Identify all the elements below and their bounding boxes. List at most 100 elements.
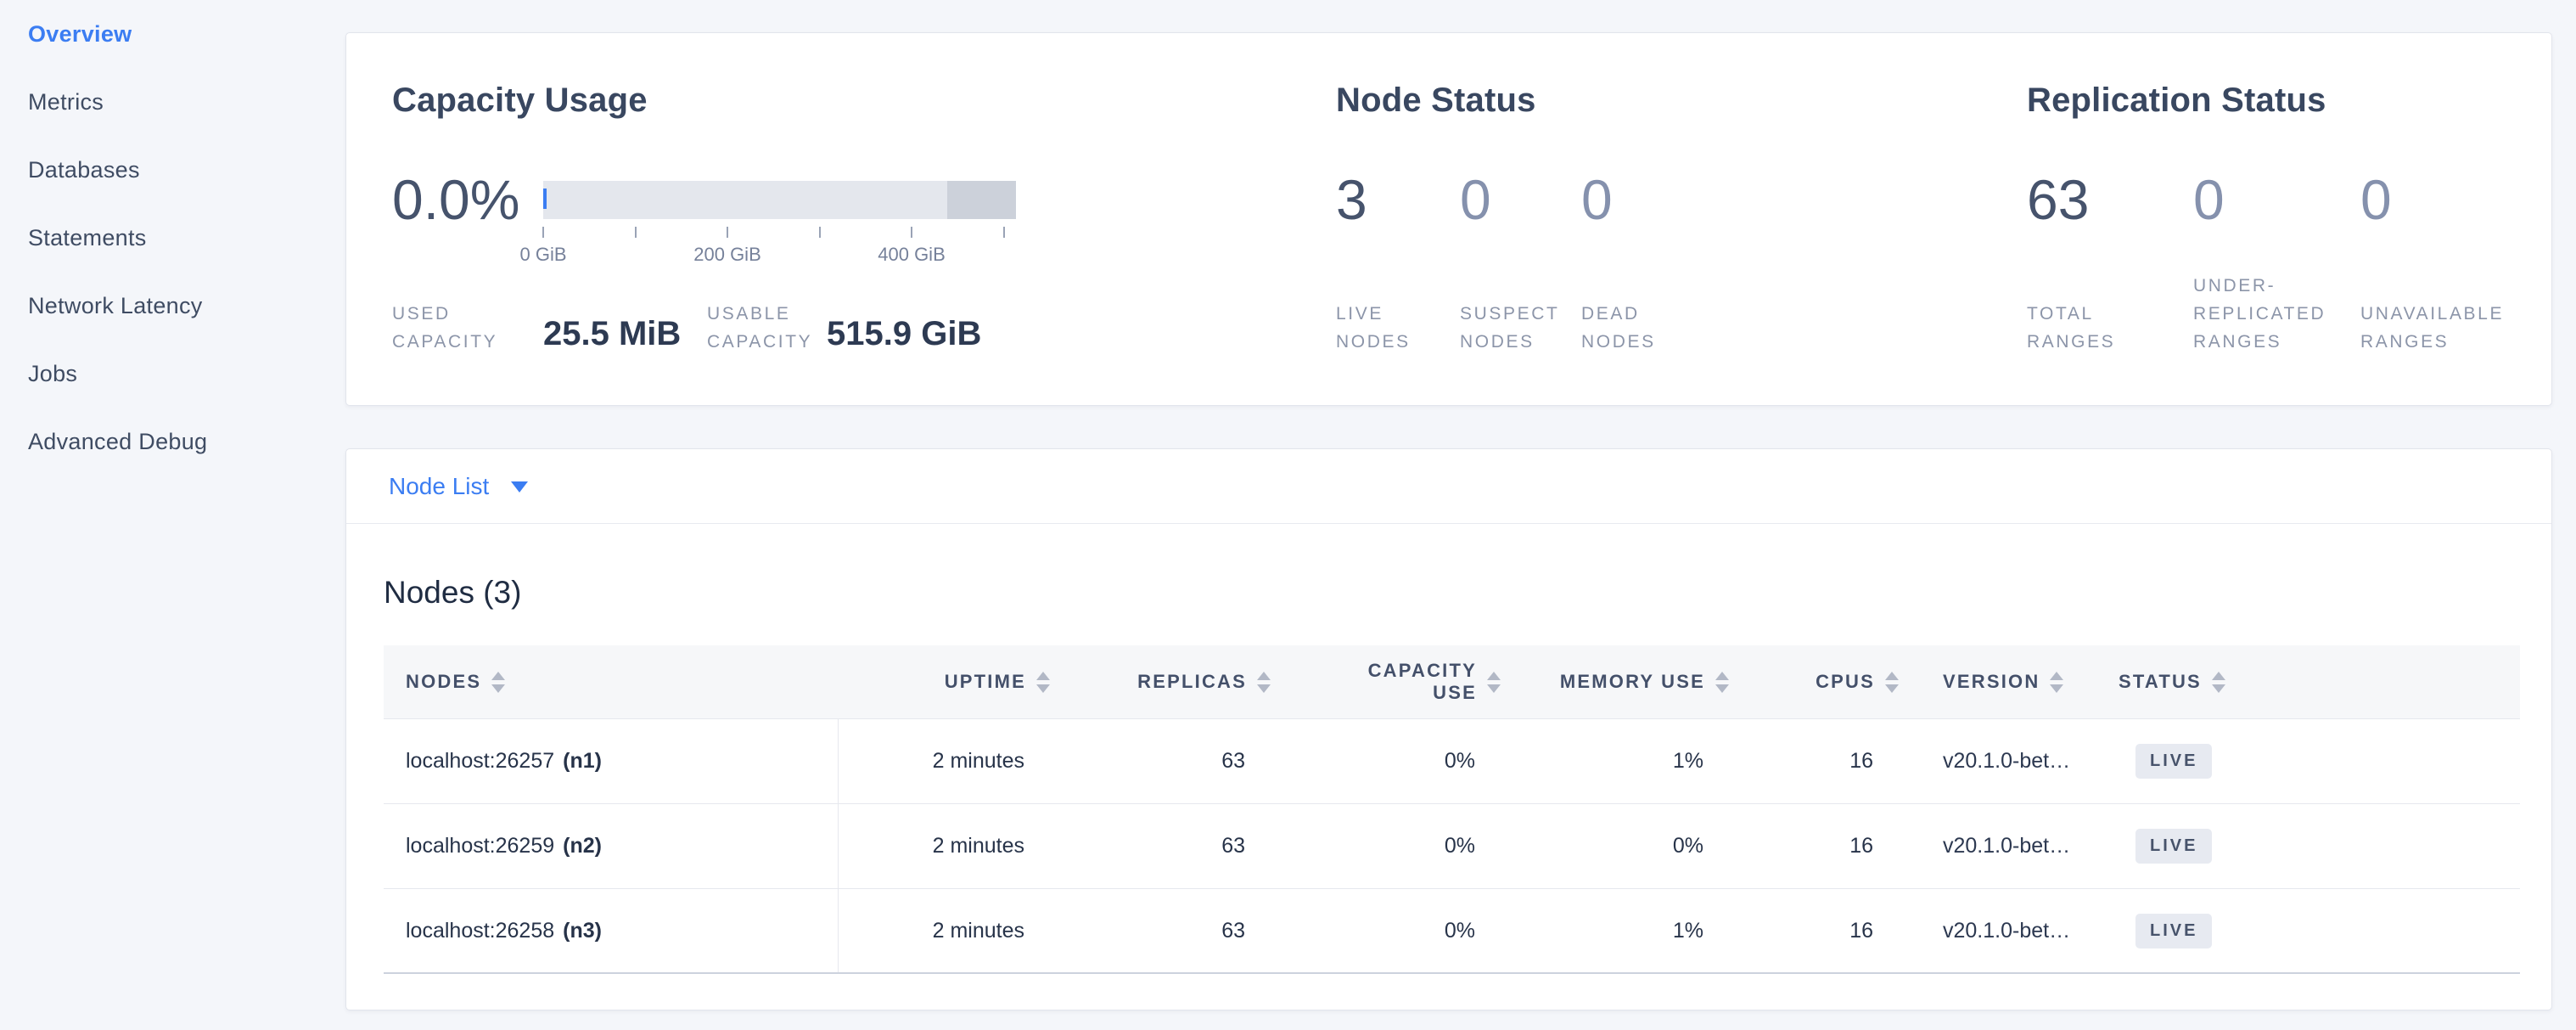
column-header-replicas[interactable]: REPLICAS — [1053, 645, 1274, 718]
capacity-gauge-reserved-segment — [947, 181, 1016, 219]
node-id: (n1) — [563, 749, 602, 774]
nodes-table-header: NODES UPTIME REPLICAS CAPACITY USE MEMOR… — [384, 645, 2520, 719]
column-header-label: VERSION — [1943, 671, 2040, 693]
capacity-gauge-used-marker — [543, 189, 547, 209]
sidebar-item-metrics[interactable]: Metrics — [0, 68, 345, 136]
replicas-cell: 63 — [1053, 804, 1274, 888]
suspect-nodes-label: SUSPECT NODES — [1460, 300, 1570, 356]
version-cell: v20.1.0-bet… — [1902, 889, 2085, 972]
uptime-cell: 2 minutes — [839, 804, 1053, 888]
cpus-cell: 16 — [1732, 719, 1902, 803]
usable-capacity-label: USABLE CAPACITY — [707, 300, 822, 356]
sidebar-item-jobs[interactable]: Jobs — [0, 340, 345, 408]
sort-arrows-icon — [491, 672, 505, 693]
node-list-card: Node List Nodes (3) NODES UPTIME REPLICA… — [345, 448, 2552, 1010]
node-address-cell: localhost:26257 (n1) — [384, 719, 839, 803]
capacity-usage-title: Capacity Usage — [392, 82, 648, 120]
replication-status-title: Replication Status — [2027, 82, 2326, 120]
column-header-label: CPUS — [1816, 671, 1875, 693]
axis-tick — [727, 227, 728, 238]
column-header-label: MEMORY USE — [1560, 671, 1705, 693]
total-ranges-count: 63 — [2027, 171, 2089, 228]
node-list-selector-bar: Node List — [346, 449, 2551, 524]
status-badge: LIVE — [2135, 744, 2212, 779]
sort-arrows-icon — [1036, 672, 1050, 693]
uptime-cell: 2 minutes — [839, 719, 1053, 803]
status-cell: LIVE — [2085, 719, 2520, 803]
sidebar-item-advanced-debug[interactable]: Advanced Debug — [0, 408, 345, 476]
memory-use-cell: 0% — [1504, 804, 1732, 888]
axis-tick — [819, 227, 821, 238]
cluster-summary-card: Capacity Usage 0.0% 0 GiB 200 GiB 400 Gi… — [345, 32, 2552, 406]
unavailable-ranges-count: 0 — [2360, 171, 2392, 228]
column-header-status[interactable]: STATUS — [2085, 645, 2520, 718]
status-cell: LIVE — [2085, 889, 2520, 972]
cpus-cell: 16 — [1732, 889, 1902, 972]
replicas-cell: 63 — [1053, 889, 1274, 972]
axis-tick — [635, 227, 637, 238]
node-status-title: Node Status — [1336, 82, 1536, 120]
sidebar-item-databases[interactable]: Databases — [0, 136, 345, 204]
sidebar-item-statements[interactable]: Statements — [0, 204, 345, 272]
sort-arrows-icon — [1885, 672, 1899, 693]
under-replicated-ranges-count: 0 — [2193, 171, 2225, 228]
status-badge: LIVE — [2135, 829, 2212, 864]
status-badge: LIVE — [2135, 914, 2212, 948]
nodes-table: NODES UPTIME REPLICAS CAPACITY USE MEMOR… — [384, 645, 2520, 974]
sort-arrows-icon — [1487, 672, 1501, 693]
used-capacity-label: USED CAPACITY — [392, 300, 498, 356]
table-row-node-1[interactable]: localhost:26257 (n1) 2 minutes 63 0% 1% … — [384, 719, 2520, 804]
capacity-use-cell: 0% — [1274, 889, 1504, 972]
sort-arrows-icon — [1715, 672, 1729, 693]
used-capacity-value: 25.5 MiB — [543, 315, 681, 352]
node-address: localhost:26259 — [406, 834, 554, 858]
axis-tick-label: 200 GiB — [676, 244, 778, 266]
live-nodes-count: 3 — [1336, 171, 1367, 228]
node-list-dropdown-label: Node List — [389, 473, 489, 500]
version-cell: v20.1.0-bet… — [1902, 719, 2085, 803]
memory-use-cell: 1% — [1504, 889, 1732, 972]
dead-nodes-count: 0 — [1581, 171, 1613, 228]
column-header-label: CAPACITY USE — [1337, 660, 1477, 704]
usable-capacity-value: 515.9 GiB — [827, 315, 981, 352]
sort-arrows-icon — [1257, 672, 1271, 693]
table-row-node-3[interactable]: localhost:26258 (n3) 2 minutes 63 0% 1% … — [384, 889, 2520, 974]
column-header-label: REPLICAS — [1137, 671, 1247, 693]
node-id: (n2) — [563, 834, 602, 858]
axis-tick — [1003, 227, 1005, 238]
nodes-count-heading: Nodes (3) — [384, 575, 521, 611]
replicas-cell: 63 — [1053, 719, 1274, 803]
sidebar-item-overview[interactable]: Overview — [0, 0, 345, 68]
sidebar-item-network-latency[interactable]: Network Latency — [0, 272, 345, 340]
column-header-label: UPTIME — [945, 671, 1026, 693]
column-header-label: STATUS — [2119, 671, 2202, 693]
column-header-uptime[interactable]: UPTIME — [839, 645, 1053, 718]
dead-nodes-label: DEAD NODES — [1581, 300, 1679, 356]
capacity-gauge-track — [543, 181, 1016, 219]
sort-arrows-icon — [2212, 672, 2225, 693]
column-header-nodes[interactable]: NODES — [384, 645, 839, 718]
column-header-memory-use[interactable]: MEMORY USE — [1504, 645, 1732, 718]
table-row-node-2[interactable]: localhost:26259 (n2) 2 minutes 63 0% 0% … — [384, 804, 2520, 889]
column-header-capacity-use[interactable]: CAPACITY USE — [1274, 645, 1504, 718]
node-address-cell: localhost:26259 (n2) — [384, 804, 839, 888]
version-cell: v20.1.0-bet… — [1902, 804, 2085, 888]
suspect-nodes-count: 0 — [1460, 171, 1491, 228]
status-cell: LIVE — [2085, 804, 2520, 888]
axis-tick — [911, 227, 912, 238]
capacity-gauge — [543, 181, 1016, 219]
axis-tick-label: 400 GiB — [861, 244, 962, 266]
column-header-version[interactable]: VERSION — [1902, 645, 2085, 718]
uptime-cell: 2 minutes — [839, 889, 1053, 972]
memory-use-cell: 1% — [1504, 719, 1732, 803]
node-address: localhost:26257 — [406, 749, 554, 774]
axis-tick — [542, 227, 544, 238]
sidebar: Overview Metrics Databases Statements Ne… — [0, 0, 345, 1030]
capacity-use-cell: 0% — [1274, 719, 1504, 803]
capacity-use-cell: 0% — [1274, 804, 1504, 888]
total-ranges-label: TOTAL RANGES — [2027, 300, 2133, 356]
node-list-dropdown[interactable]: Node List — [389, 449, 528, 524]
column-header-cpus[interactable]: CPUS — [1732, 645, 1902, 718]
node-id: (n3) — [563, 919, 602, 943]
axis-tick-label: 0 GiB — [492, 244, 594, 266]
